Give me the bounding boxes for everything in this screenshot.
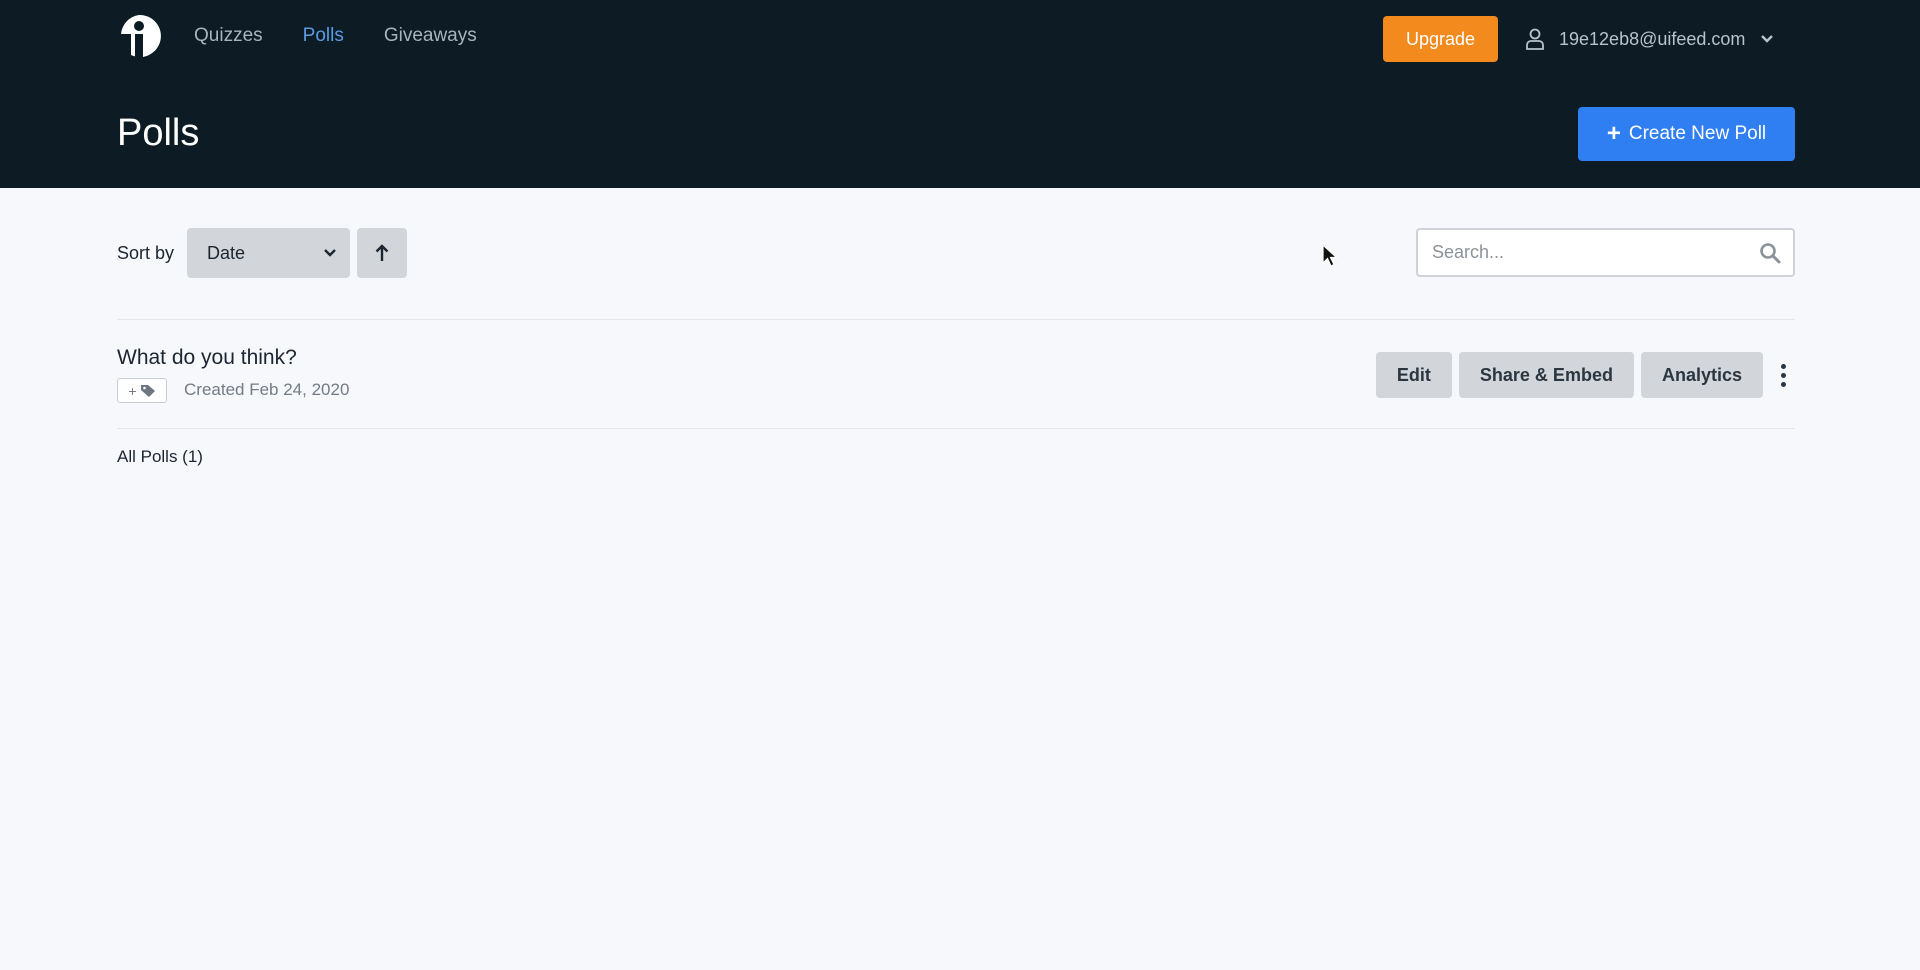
search-input[interactable] xyxy=(1432,242,1759,263)
user-icon xyxy=(1526,28,1544,50)
nav-polls[interactable]: Polls xyxy=(303,25,344,47)
user-menu[interactable]: 19e12eb8@uifeed.com xyxy=(1525,20,1774,58)
sort-value: Date xyxy=(207,242,246,263)
user-email: 19e12eb8@uifeed.com xyxy=(1559,28,1746,49)
create-new-poll-label: Create New Poll xyxy=(1628,123,1767,144)
nav-quizzes[interactable]: Quizzes xyxy=(194,25,263,47)
page-title: Polls xyxy=(117,112,200,154)
sort-label: Sort by xyxy=(117,242,175,263)
poll-actions: Edit Share & Embed Analytics xyxy=(1369,352,1795,398)
created-date: Created Feb 24, 2020 xyxy=(184,380,350,399)
add-tag-button[interactable]: + xyxy=(117,378,167,403)
chevron-down-icon xyxy=(324,249,336,257)
search-icon[interactable] xyxy=(1759,242,1781,264)
chevron-down-icon xyxy=(1761,35,1774,43)
arrow-up-icon xyxy=(375,244,389,261)
mouse-cursor-icon xyxy=(1322,244,1338,267)
create-new-poll-button[interactable]: + Create New Poll xyxy=(1578,107,1795,161)
all-polls-count: All Polls (1) xyxy=(117,447,203,466)
nav-giveaways[interactable]: Giveaways xyxy=(384,25,477,47)
divider xyxy=(117,428,1795,429)
plus-icon: + xyxy=(1606,120,1621,147)
analytics-button[interactable]: Analytics xyxy=(1640,352,1763,398)
sort-direction-button[interactable] xyxy=(357,228,408,278)
sort-select[interactable]: Date xyxy=(187,228,351,278)
share-embed-button[interactable]: Share & Embed xyxy=(1458,352,1634,398)
main-nav: Quizzes Polls Giveaways xyxy=(117,14,477,58)
edit-button[interactable]: Edit xyxy=(1375,352,1452,398)
poll-row: What do you think? + Created Feb 24, 202… xyxy=(117,320,1795,428)
top-header: Quizzes Polls Giveaways Upgrade 19e12eb8… xyxy=(0,0,1920,188)
upgrade-button[interactable]: Upgrade xyxy=(1383,16,1498,62)
logo-icon[interactable] xyxy=(117,14,161,58)
search-box xyxy=(1416,228,1795,277)
poll-title[interactable]: What do you think? xyxy=(117,346,297,370)
sort-toolbar: Sort by Date xyxy=(117,228,408,278)
more-options-icon[interactable] xyxy=(1771,352,1795,398)
tag-icon xyxy=(140,384,155,397)
plus-label: + xyxy=(128,382,137,399)
